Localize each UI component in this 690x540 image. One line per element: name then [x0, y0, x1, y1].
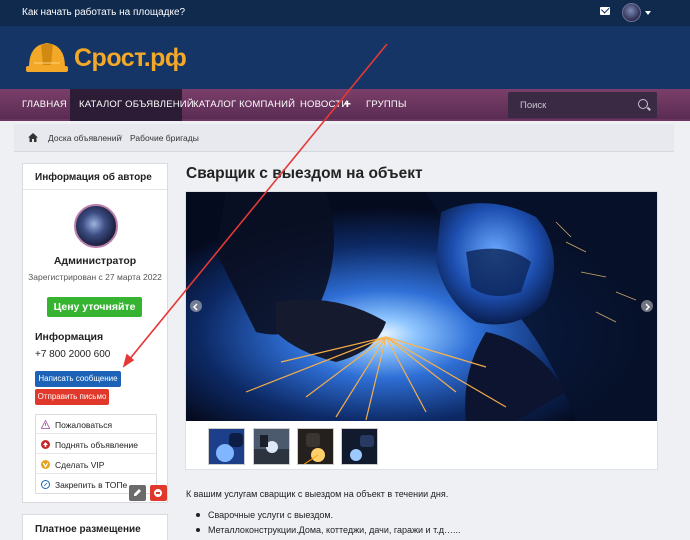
- nav-item-news[interactable]: НОВОСТИ: [300, 99, 348, 110]
- chevron-down-icon[interactable]: [645, 11, 651, 15]
- price-badge: Цену уточняйте: [47, 297, 142, 317]
- info-heading: Информация: [35, 331, 104, 343]
- listing-title: Сварщик с выездом на объект: [186, 165, 423, 182]
- helmet-logo-icon[interactable]: [26, 37, 68, 75]
- help-link[interactable]: Как начать работать на площадке?: [22, 7, 185, 18]
- action-bump[interactable]: Поднять объявление: [36, 435, 156, 454]
- phone-number[interactable]: +7 800 2000 600: [35, 349, 110, 360]
- action-make-vip-label: Сделать VIP: [55, 460, 105, 470]
- chevron-right-icon: [645, 303, 651, 311]
- breadcrumb-item-current: Рабочие бригады: [130, 133, 199, 143]
- compass-icon: [41, 480, 50, 489]
- photo-gallery: [185, 191, 658, 470]
- breadcrumb-item-board[interactable]: Доска объявлений: [48, 133, 121, 143]
- warning-icon: [41, 420, 50, 429]
- gallery-prev-button[interactable]: [190, 300, 202, 312]
- mail-icon[interactable]: [600, 7, 610, 15]
- news-plus-icon[interactable]: +: [344, 97, 351, 111]
- action-pin-top-label: Закрепить в ТОПе: [55, 480, 128, 490]
- search-icon[interactable]: [638, 99, 648, 109]
- list-item: Металлоконструкции.Дома, коттеджи, дачи,…: [196, 525, 460, 540]
- author-info-card: Информация об авторе Администратор Зарег…: [22, 163, 168, 503]
- action-make-vip[interactable]: Сделать VIP: [36, 455, 156, 474]
- home-icon[interactable]: [28, 133, 38, 142]
- nav-item-listings-catalog[interactable]: КАТАЛОГ ОБЪЯВЛЕНИЙ: [79, 99, 194, 110]
- thumbnail-3[interactable]: [297, 428, 334, 465]
- services-list: Сварочные услуги с выездом. Металлоконст…: [196, 510, 460, 540]
- gallery-next-button[interactable]: [641, 300, 653, 312]
- author-name[interactable]: Администратор: [23, 255, 167, 267]
- action-report-label: Пожаловаться: [55, 420, 113, 430]
- logo-part-1: Срост: [74, 44, 144, 72]
- paid-placement-heading: Платное размещение: [35, 524, 141, 535]
- search-input[interactable]: Поиск: [520, 100, 546, 111]
- thumbnail-1[interactable]: [208, 428, 245, 465]
- send-message-button[interactable]: Написать сообщение: [35, 371, 121, 387]
- paid-placement-card: Платное размещение: [22, 514, 168, 540]
- welding-photo-image: [186, 192, 657, 421]
- listing-description: К вашим услугам сварщик с выездом на объ…: [186, 489, 449, 499]
- site-header: Срост.рф: [0, 26, 690, 89]
- send-email-button[interactable]: Отправить письмо: [35, 389, 109, 405]
- site-logo-text[interactable]: Срост.рф: [74, 44, 187, 73]
- nav-item-home[interactable]: ГЛАВНАЯ: [22, 99, 67, 110]
- thumbnail-2[interactable]: [253, 428, 290, 465]
- nav-item-companies-catalog[interactable]: КАТАЛОГ КОМПАНИЙ: [193, 99, 295, 110]
- search-box[interactable]: Поиск: [508, 92, 657, 118]
- edit-button[interactable]: [129, 485, 146, 501]
- breadcrumb-separator: /: [120, 133, 123, 143]
- listing-actions: Пожаловаться Поднять объявление Сделать …: [35, 414, 157, 494]
- author-avatar[interactable]: [74, 204, 118, 248]
- main-nav: ГЛАВНАЯ КАТАЛОГ ОБЪЯВЛЕНИЙ КАТАЛОГ КОМПА…: [0, 89, 690, 121]
- arrow-up-circle-icon: [41, 440, 50, 449]
- action-bump-label: Поднять объявление: [55, 440, 138, 450]
- vip-crown-icon: [41, 460, 50, 469]
- edit-icon: [134, 489, 141, 496]
- author-card-heading: Информация об авторе: [23, 164, 167, 190]
- list-item: Сварочные услуги с выездом.: [196, 510, 460, 525]
- logo-part-2: .рф: [143, 44, 187, 72]
- thumbnail-4[interactable]: [341, 428, 378, 465]
- user-avatar[interactable]: [622, 3, 641, 22]
- main-photo[interactable]: [186, 192, 657, 421]
- top-bar: Как начать работать на площадке?: [0, 0, 690, 26]
- author-registered-date: Зарегистрирован с 27 марта 2022: [28, 272, 162, 282]
- chevron-left-icon: [192, 303, 198, 311]
- action-report[interactable]: Пожаловаться: [36, 415, 156, 434]
- breadcrumb: Доска объявлений / Рабочие бригады: [14, 124, 674, 152]
- delete-button[interactable]: [150, 485, 167, 501]
- nav-item-groups[interactable]: ГРУППЫ: [366, 99, 407, 110]
